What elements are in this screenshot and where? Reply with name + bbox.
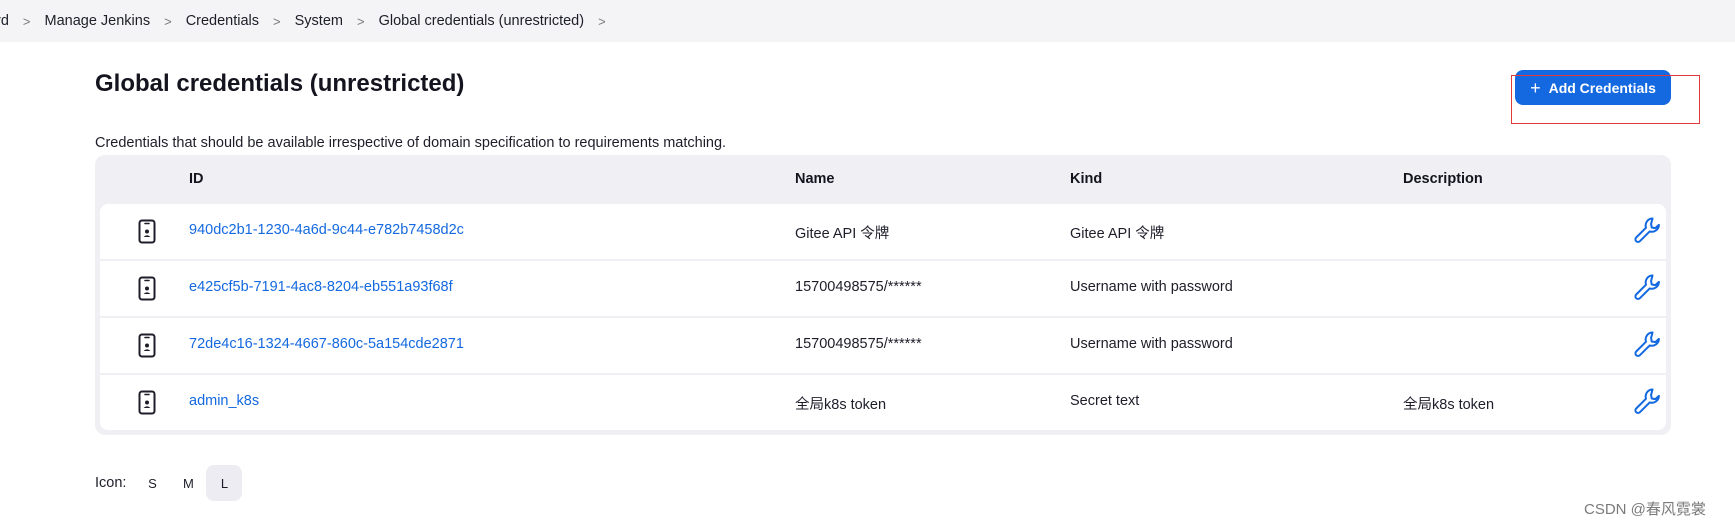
icon-size-small-button[interactable]: S: [134, 465, 170, 501]
column-header-kind[interactable]: Kind: [1070, 171, 1102, 187]
icon-size-selector: Icon: S M L: [95, 465, 243, 501]
breadcrumb-bar: rd > Manage Jenkins > Credentials > Syst…: [0, 0, 1735, 42]
credential-description: 全局k8s token: [1403, 397, 1495, 413]
page-description: Credentials that should be available irr…: [95, 135, 727, 151]
column-header-description[interactable]: Description: [1403, 171, 1483, 187]
credentials-table: ID Name Kind Description 940dc2b1-1230-4…: [95, 155, 1671, 435]
credential-name: 15700498575/******: [795, 336, 922, 352]
wrench-icon[interactable]: [1632, 386, 1664, 418]
credential-id-link[interactable]: 72de4c16-1324-4667-860c-5a154cde2871: [189, 336, 464, 352]
icon-size-medium-button[interactable]: M: [170, 465, 206, 501]
phone-credential-icon: [138, 276, 156, 301]
table-row: admin_k8s 全局k8s token Secret text 全局k8s …: [100, 375, 1666, 430]
table-row: e425cf5b-7191-4ac8-8204-eb551a93f68f 157…: [100, 261, 1666, 316]
credential-kind: Gitee API 令牌: [1070, 226, 1165, 242]
breadcrumb-separator[interactable]: >: [598, 14, 606, 29]
breadcrumb-item-manage-jenkins[interactable]: Manage Jenkins: [45, 13, 151, 29]
table-header: ID Name Kind Description: [95, 155, 1671, 203]
plus-icon: +: [1530, 77, 1541, 98]
breadcrumb: rd > Manage Jenkins > Credentials > Syst…: [0, 13, 620, 29]
table-row: 940dc2b1-1230-4a6d-9c44-e782b7458d2c Git…: [100, 204, 1666, 259]
breadcrumb-item-system[interactable]: System: [295, 13, 343, 29]
wrench-icon[interactable]: [1632, 272, 1664, 304]
credential-name: Gitee API 令牌: [795, 226, 890, 242]
watermark: CSDN @春风霓裳: [1584, 501, 1706, 518]
breadcrumb-item-credentials[interactable]: Credentials: [186, 13, 259, 29]
add-credentials-button[interactable]: + Add Credentials: [1515, 70, 1671, 105]
phone-credential-icon: [138, 333, 156, 358]
table-row: 72de4c16-1324-4667-860c-5a154cde2871 157…: [100, 318, 1666, 373]
phone-credential-icon: [138, 219, 156, 244]
credential-name: 全局k8s token: [795, 397, 887, 413]
page-title: Global credentials (unrestricted): [95, 70, 465, 97]
phone-credential-icon: [138, 390, 156, 415]
icon-size-label: Icon:: [95, 475, 127, 491]
credential-id-link[interactable]: admin_k8s: [189, 393, 259, 409]
wrench-icon[interactable]: [1632, 329, 1664, 361]
credential-kind: Username with password: [1070, 336, 1233, 352]
column-header-id[interactable]: ID: [189, 171, 204, 187]
add-credentials-label: Add Credentials: [1548, 79, 1656, 96]
wrench-icon[interactable]: [1632, 215, 1664, 247]
breadcrumb-separator: >: [164, 13, 172, 29]
credential-name: 15700498575/******: [795, 279, 922, 295]
breadcrumb-item-global-credentials[interactable]: Global credentials (unrestricted): [379, 13, 585, 29]
breadcrumb-separator: >: [273, 13, 281, 29]
credential-kind: Secret text: [1070, 393, 1140, 409]
column-header-name[interactable]: Name: [795, 171, 835, 187]
credential-id-link[interactable]: 940dc2b1-1230-4a6d-9c44-e782b7458d2c: [189, 222, 464, 238]
icon-size-large-button[interactable]: L: [206, 465, 243, 501]
credential-id-link[interactable]: e425cf5b-7191-4ac8-8204-eb551a93f68f: [189, 279, 453, 295]
credential-kind: Username with password: [1070, 279, 1233, 295]
breadcrumb-separator: >: [22, 13, 31, 29]
breadcrumb-separator: >: [356, 13, 365, 29]
breadcrumb-item-dashboard[interactable]: rd: [0, 13, 9, 29]
